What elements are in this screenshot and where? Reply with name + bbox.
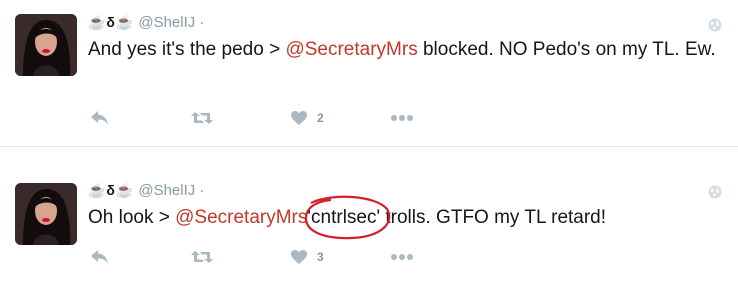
user-handle[interactable]: @ShelIJ: [138, 14, 195, 31]
more-dots-icon: [390, 114, 414, 122]
retweet-button[interactable]: [190, 108, 214, 128]
reply-icon: [90, 110, 110, 126]
mention-link[interactable]: @SecretaryMrs: [175, 207, 307, 228]
globe-icon: [708, 185, 722, 199]
more-button[interactable]: [390, 247, 414, 267]
reply-button[interactable]: [90, 247, 110, 267]
tweet-text: Oh look > @SecretaryMrs'cntrlsec' trolls…: [88, 195, 728, 240]
user-handle[interactable]: @ShelIJ: [138, 182, 195, 199]
like-button[interactable]: 3: [290, 247, 324, 267]
mention-link[interactable]: @SecretaryMrs: [285, 39, 417, 60]
tweet-header: ☕δ☕ @ShelIJ ·: [88, 182, 204, 199]
tweet-text-segment: And yes it's the pedo >: [88, 39, 286, 60]
tweet-text-segment: blocked. NO Pedo's on my TL. Ew.: [417, 39, 716, 60]
tweet-text: And yes it's the pedo > @SecretaryMrs bl…: [88, 36, 728, 63]
tweet-header: ☕δ☕ @ShelIJ ·: [88, 14, 204, 31]
globe-icon: [708, 18, 722, 32]
more-button[interactable]: [390, 108, 414, 128]
more-dots-icon: [390, 253, 414, 261]
circled-text: 'cntrlsec': [305, 195, 391, 240]
display-name[interactable]: ☕δ☕: [88, 182, 134, 198]
retweet-icon: [190, 110, 214, 126]
reply-button[interactable]: [90, 108, 110, 128]
reply-icon: [90, 249, 110, 265]
tweet-text-segment: trolls. GTFO my TL retard!: [380, 207, 607, 228]
avatar[interactable]: [15, 14, 77, 76]
separator-dot: ·: [199, 14, 205, 31]
retweet-button[interactable]: [190, 247, 214, 267]
heart-icon: [290, 110, 308, 126]
retweet-icon: [190, 249, 214, 265]
tweet: ☕δ☕ @ShelIJ · And yes it's the pedo > @Sec…: [0, 0, 738, 147]
display-name[interactable]: ☕δ☕: [88, 14, 134, 30]
separator-dot: ·: [199, 182, 205, 199]
circled-text-label: 'cntrlsec': [307, 207, 381, 228]
like-button[interactable]: 2: [290, 108, 324, 128]
heart-icon: [290, 249, 308, 265]
avatar[interactable]: [15, 183, 77, 245]
like-count: 2: [317, 111, 324, 125]
tweet: ☕δ☕ @ShelIJ · Oh look > @SecretaryMrs'cntr…: [0, 147, 738, 281]
like-count: 3: [317, 250, 324, 264]
tweet-text-segment: Oh look >: [88, 207, 176, 228]
